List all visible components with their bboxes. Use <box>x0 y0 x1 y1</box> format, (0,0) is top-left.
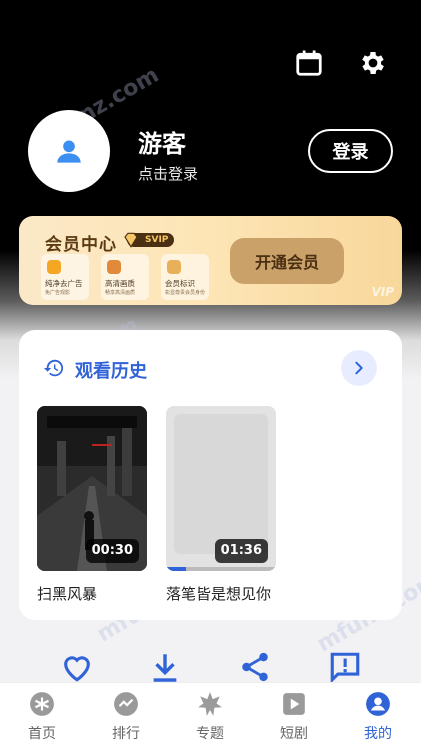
video-thumbnail[interactable]: 00:30 <box>37 406 147 571</box>
history-icon <box>43 359 64 377</box>
perk-label: 高清画质 <box>105 279 135 288</box>
calendar-icon[interactable] <box>294 48 324 78</box>
perk-hd: 高清画质 畅享高清画质 <box>101 254 149 300</box>
nav-profile[interactable]: 我的 <box>348 691 408 747</box>
hd-icon <box>107 260 121 274</box>
nav-label: 专题 <box>196 726 224 742</box>
action-row <box>0 650 421 684</box>
login-button[interactable]: 登录 <box>308 129 393 173</box>
gear-icon[interactable] <box>358 48 388 78</box>
bottom-nav: 首页 排行 专题 短剧 我的 <box>0 682 421 750</box>
nav-topic[interactable]: 专题 <box>180 691 240 747</box>
video-thumbnail[interactable]: 01:36 <box>166 406 276 571</box>
diamond-icon <box>124 232 138 248</box>
short-drama-icon <box>283 693 305 715</box>
perk-sub: 彰显尊贵会员身份 <box>165 290 206 296</box>
topic-icon <box>198 692 222 716</box>
video-title[interactable]: 落笔皆是想见你 <box>166 583 271 604</box>
progress-track <box>166 567 276 571</box>
nav-label: 排行 <box>112 726 140 742</box>
download-icon[interactable] <box>148 650 182 684</box>
username: 游客 <box>138 130 186 158</box>
progress-fill <box>166 567 186 571</box>
login-prompt[interactable]: 点击登录 <box>138 163 198 184</box>
video-duration: 01:36 <box>214 539 268 563</box>
heart-icon[interactable] <box>60 650 94 684</box>
nav-home[interactable]: 首页 <box>12 691 72 747</box>
butterfly-icon <box>167 260 181 274</box>
feedback-icon[interactable] <box>328 650 362 684</box>
video-title[interactable]: 扫黑风暴 <box>37 583 97 604</box>
profile-icon <box>366 692 390 716</box>
no-ads-icon <box>47 260 61 274</box>
history-more-button[interactable] <box>341 350 377 386</box>
home-icon <box>30 692 54 716</box>
history-title: 观看历史 <box>75 361 147 382</box>
open-vip-button[interactable]: 开通会员 <box>230 238 344 284</box>
perk-no-ads: 纯净去广告 免广告观影 <box>41 254 89 300</box>
ranking-icon <box>114 692 138 716</box>
blurred-poster <box>174 414 268 554</box>
video-duration: 00:30 <box>85 539 139 563</box>
chevron-right-icon <box>355 361 363 375</box>
vip-title: 会员中心 <box>45 235 117 255</box>
nav-label: 短剧 <box>280 726 308 742</box>
vip-watermark: VIP <box>371 285 394 299</box>
perk-label: 纯净去广告 <box>45 279 83 288</box>
nav-ranking[interactable]: 排行 <box>96 691 156 747</box>
perk-badge: 会员标识 彰显尊贵会员身份 <box>161 254 209 300</box>
history-card: 观看历史 00:30 扫黑风暴 01:36 落笔皆是想见你 <box>19 330 402 620</box>
nav-label: 我的 <box>364 726 392 742</box>
vip-card[interactable]: 会员中心 SVIP 纯净去广告 免广告观影 高清画质 畅享高清画质 会员标识 彰… <box>19 216 402 305</box>
avatar[interactable] <box>28 110 110 192</box>
share-icon[interactable] <box>238 650 272 684</box>
perk-sub: 畅享高清画质 <box>105 290 136 296</box>
perk-sub: 免广告观影 <box>45 290 71 296</box>
perk-label: 会员标识 <box>165 279 195 288</box>
user-icon <box>57 140 81 163</box>
nav-label: 首页 <box>28 726 56 742</box>
nav-short-drama[interactable]: 短剧 <box>264 691 324 747</box>
